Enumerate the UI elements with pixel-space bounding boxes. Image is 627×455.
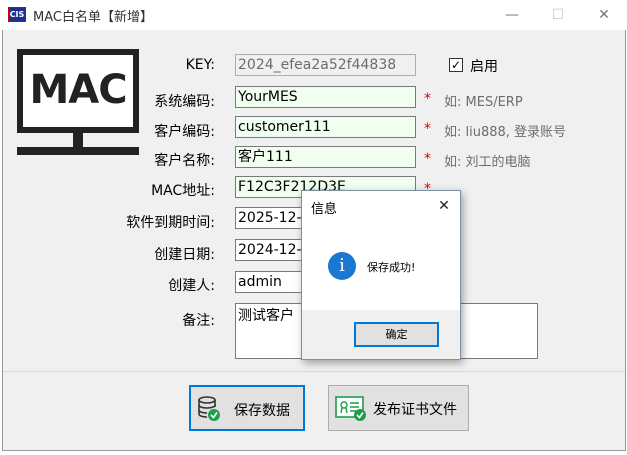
minimize-button[interactable]: — (489, 0, 535, 30)
title-bar: CIS MAC白名单【新增】 — ☐ ✕ (0, 0, 627, 30)
expire-time-label: 软件到期时间: (126, 215, 215, 231)
customer-code-hint: 如: liu888, 登录账号 (444, 125, 567, 140)
key-label: KEY: (185, 57, 215, 73)
key-field: 2024_efea2a52f44838 (235, 54, 416, 76)
ok-button[interactable]: 确定 (354, 322, 439, 347)
required-mark: * (424, 121, 431, 137)
close-button[interactable]: ✕ (581, 0, 627, 30)
create-date-label: 创建日期: (154, 247, 215, 263)
dialog-footer: 确定 (302, 310, 460, 359)
database-save-icon (198, 396, 220, 421)
message-dialog: 信息 ✕ i 保存成功! 确定 (301, 190, 461, 360)
customer-code-input[interactable]: customer111 (235, 116, 416, 138)
certificate-icon (335, 396, 366, 421)
dialog-close-button[interactable]: ✕ (430, 193, 458, 219)
maximize-icon: ☐ (551, 7, 565, 23)
publish-button-label: 发布证书文件 (373, 402, 457, 418)
dialog-message: 保存成功! (367, 261, 416, 274)
maximize-button[interactable]: ☐ (535, 0, 581, 30)
mac-address-label: MAC地址: (151, 183, 215, 199)
enabled-label: 启用 (470, 59, 498, 75)
customer-name-label: 客户名称: (154, 153, 215, 169)
check-icon: ✓ (450, 58, 462, 72)
customer-name-hint: 如: 刘工的电脑 (444, 155, 531, 170)
close-icon: ✕ (598, 7, 610, 23)
publish-certificate-button[interactable]: 发布证书文件 (328, 385, 469, 431)
customer-name-input[interactable]: 客户111 (235, 146, 416, 168)
required-mark: * (424, 91, 431, 107)
app-icon: CIS (8, 7, 26, 22)
enabled-checkbox[interactable]: ✓ (449, 58, 463, 72)
close-icon: ✕ (438, 198, 450, 214)
system-code-hint: 如: MES/ERP (444, 95, 523, 110)
save-button-label: 保存数据 (234, 403, 290, 419)
system-code-label: 系统编码: (154, 94, 215, 110)
minimize-icon: — (505, 7, 519, 23)
required-mark: * (424, 151, 431, 167)
system-code-input[interactable]: YourMES (235, 86, 416, 108)
creator-label: 创建人: (168, 278, 215, 294)
info-icon: i (328, 252, 356, 280)
dialog-title: 信息 (311, 202, 338, 217)
separator (3, 371, 625, 372)
window-title: MAC白名单【新增】 (33, 10, 153, 25)
save-button[interactable]: 保存数据 (189, 385, 305, 431)
remark-label: 备注: (182, 313, 215, 329)
customer-code-label: 客户编码: (154, 124, 215, 140)
